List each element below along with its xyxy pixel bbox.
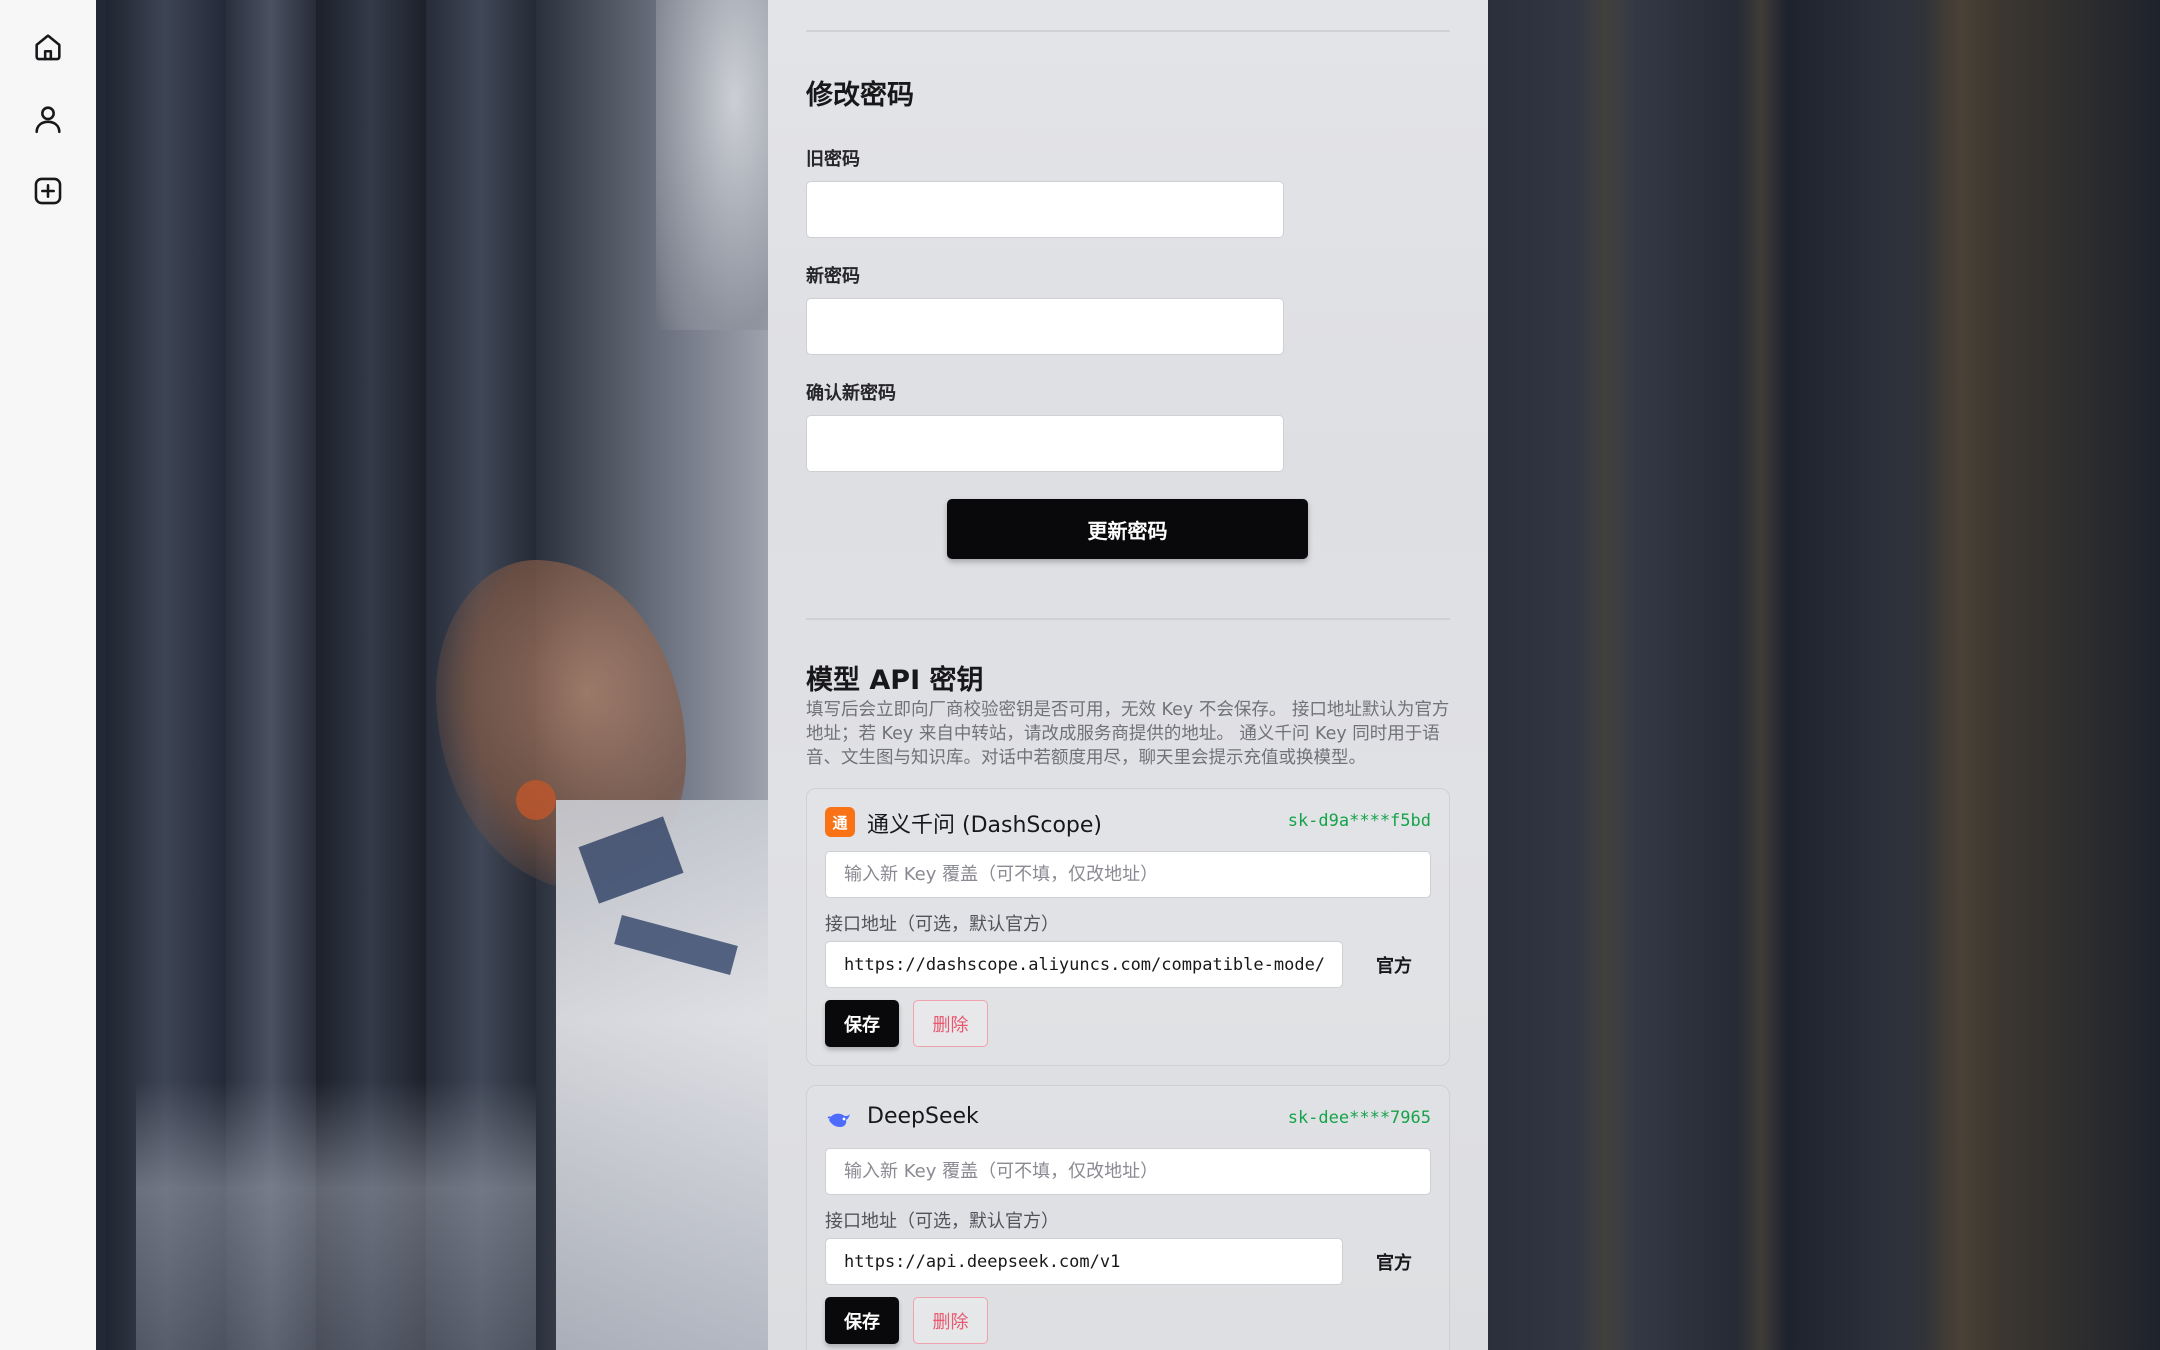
- endpoint-label: 接口地址（可选，默认官方）: [825, 1211, 1059, 1232]
- endpoint-label: 接口地址（可选，默认官方）: [825, 914, 1059, 935]
- provider-card-dashscope: 通 通义千问 (DashScope) sk-d9a****f5bd 接口地址（可…: [806, 788, 1450, 1066]
- provider-name: 通义千问 (DashScope): [867, 813, 1103, 838]
- section-divider: [806, 30, 1450, 32]
- api-key-input[interactable]: [825, 851, 1431, 898]
- old-password-input[interactable]: [806, 181, 1284, 238]
- home-icon[interactable]: [24, 23, 72, 71]
- masked-key: sk-d9a****f5bd: [1287, 811, 1431, 831]
- official-endpoint-button[interactable]: 官方: [1357, 941, 1431, 988]
- api-keys-section-title: 模型 API 密钥: [806, 665, 984, 696]
- old-password-label: 旧密码: [806, 149, 860, 170]
- masked-key: sk-dee****7965: [1287, 1108, 1431, 1128]
- save-button[interactable]: 保存: [825, 1000, 899, 1047]
- endpoint-input[interactable]: [825, 941, 1343, 988]
- deepseek-whale-icon: [825, 1104, 855, 1134]
- endpoint-input[interactable]: [825, 1238, 1343, 1285]
- password-section-title: 修改密码: [806, 80, 914, 111]
- new-password-label: 新密码: [806, 266, 860, 287]
- api-key-input[interactable]: [825, 1148, 1431, 1195]
- confirm-password-input[interactable]: [806, 415, 1284, 472]
- delete-button[interactable]: 删除: [913, 1000, 988, 1047]
- save-button[interactable]: 保存: [825, 1297, 899, 1344]
- official-endpoint-button[interactable]: 官方: [1357, 1238, 1431, 1285]
- update-password-button[interactable]: 更新密码: [947, 499, 1308, 559]
- icon-sidebar: [0, 0, 97, 1350]
- plus-square-icon[interactable]: [24, 167, 72, 215]
- tongyi-icon: 通: [825, 807, 855, 837]
- delete-button[interactable]: 删除: [913, 1297, 988, 1344]
- section-divider: [806, 618, 1450, 620]
- api-keys-description: 填写后会立即向厂商校验密钥是否可用，无效 Key 不会保存。 接口地址默认为官方…: [806, 700, 1450, 768]
- new-password-input[interactable]: [806, 298, 1284, 355]
- provider-card-deepseek: DeepSeek sk-dee****7965 接口地址（可选，默认官方） 官方…: [806, 1085, 1450, 1350]
- confirm-password-label: 确认新密码: [806, 383, 896, 404]
- user-icon[interactable]: [24, 95, 72, 143]
- settings-panel: 修改密码 旧密码 新密码 确认新密码 更新密码 模型 API 密钥 填写后会立即…: [768, 0, 1488, 1350]
- provider-name: DeepSeek: [867, 1104, 979, 1129]
